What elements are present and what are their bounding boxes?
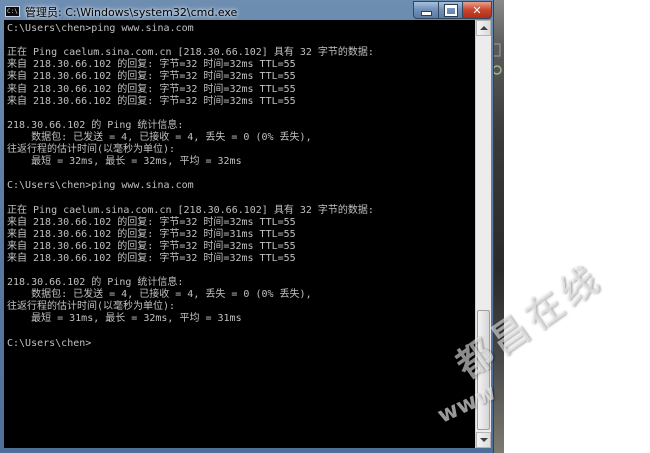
scrollbar-thumb[interactable] [477, 310, 490, 430]
close-icon: ✕ [472, 3, 482, 17]
scroll-down-button[interactable] [476, 432, 491, 448]
console-line: 数据包: 已发送 = 4, 已接收 = 4, 丢失 = 0 (0% 丢失), [7, 131, 312, 143]
console-line: 往返行程的估计时间(以毫秒为单位): [7, 301, 176, 313]
desktop: C:\ 管理员: C:\Windows\system32\cmd.exe ✕ C… [0, 0, 650, 453]
console-line: C:\Users\chen>ping www.sina.com [7, 23, 194, 34]
cmd-window: C:\ 管理员: C:\Windows\system32\cmd.exe ✕ C… [0, 0, 494, 453]
close-button[interactable]: ✕ [462, 1, 492, 19]
console-line: C:\Users\chen>ping www.sina.com [7, 180, 194, 192]
console-line: 来自 218.30.66.102 的回复: 字节=32 时间=32ms TTL=… [7, 252, 296, 264]
console-line: C:\Users\chen> [7, 337, 92, 349]
console-line: 往返行程的估计时间(以毫秒为单位): [7, 144, 176, 155]
console-output[interactable]: C:\Users\chen>ping www.sina.com 正在 Ping c… [4, 20, 475, 448]
chevron-up-icon [479, 26, 488, 30]
scroll-up-button[interactable] [476, 20, 491, 36]
chevron-down-icon [479, 438, 488, 442]
console-line: 来自 218.30.66.102 的回复: 字节=32 时间=31ms TTL=… [7, 228, 296, 240]
console-line: 来自 218.30.66.102 的回复: 字节=32 时间=32ms TTL=… [7, 240, 296, 252]
console-line: 最短 = 32ms, 最长 = 32ms, 平均 = 32ms [7, 156, 242, 168]
console-line: 218.30.66.102 的 Ping 统计信息: [7, 277, 184, 289]
minimize-button[interactable] [413, 1, 439, 19]
console-line: 218.30.66.102 的 Ping 统计信息: [7, 119, 184, 131]
vertical-scrollbar[interactable] [475, 20, 491, 448]
console-line: 正在 Ping caelum.sina.com.cn [218.30.66.10… [7, 204, 374, 216]
window-title: 管理员: C:\Windows\system32\cmd.exe [25, 6, 238, 19]
console-line: 来自 218.30.66.102 的回复: 字节=32 时间=32ms TTL=… [7, 95, 296, 107]
console-line: 正在 Ping caelum.sina.com.cn [218.30.66.10… [7, 47, 374, 59]
console-line: 最短 = 31ms, 最长 = 32ms, 平均 = 31ms [7, 313, 242, 325]
minimize-icon [420, 10, 432, 16]
console-line: 来自 218.30.66.102 的回复: 字节=32 时间=32ms TTL=… [7, 83, 296, 95]
console-line: 来自 218.30.66.102 的回复: 字节=32 时间=32ms TTL=… [7, 59, 296, 71]
console-line: 来自 218.30.66.102 的回复: 字节=32 时间=32ms TTL=… [7, 216, 296, 228]
cmd-icon[interactable]: C:\ [5, 6, 20, 17]
console-line: 来自 218.30.66.102 的回复: 字节=32 时间=32ms TTL=… [7, 71, 296, 83]
console-line: 数据包: 已发送 = 4, 已接收 = 4, 丢失 = 0 (0% 丢失), [7, 289, 312, 301]
maximize-button[interactable] [438, 1, 463, 19]
maximize-icon [443, 3, 458, 17]
